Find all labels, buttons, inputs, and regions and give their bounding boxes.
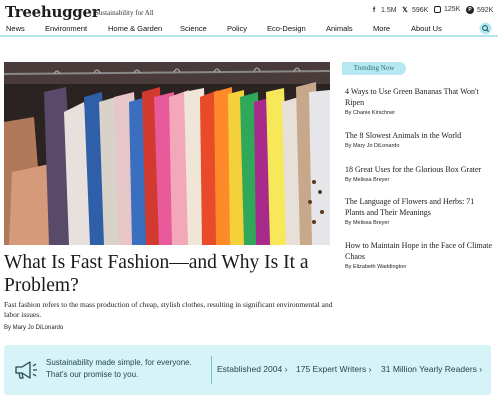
top-bar: Treehugger Sustainability for All f 1.5M…: [0, 0, 498, 22]
promise-banner: Sustainability made simple, for everyone…: [4, 345, 491, 395]
hero-image[interactable]: [4, 62, 330, 245]
site-tagline: Sustainability for All: [95, 9, 154, 17]
trending-item-byline: By Mary Jo DiLonardo: [345, 143, 400, 149]
hero-description: Fast fashion refers to the mass producti…: [4, 300, 333, 319]
stat-established[interactable]: Established 2004 ›: [217, 364, 287, 374]
trending-item[interactable]: The 8 Slowest Animals in the World By Ma…: [345, 130, 495, 149]
trending-item-title[interactable]: The Language of Flowers and Herbs: 71 Pl…: [345, 196, 495, 218]
nav-item-eco-design[interactable]: Eco-Design: [267, 24, 306, 33]
site-logo[interactable]: Treehugger: [5, 3, 100, 21]
trending-item-title[interactable]: 18 Great Uses for the Glorious Box Grate…: [345, 164, 495, 175]
trending-item[interactable]: How to Maintain Hope in the Face of Clim…: [345, 240, 495, 270]
social-count: 125K: [444, 6, 461, 13]
instagram-icon: [434, 6, 441, 13]
pinterest-icon: P: [466, 6, 474, 14]
nav-item-policy[interactable]: Policy: [227, 24, 247, 33]
clothing-rack-photo: [4, 62, 330, 245]
trending-item[interactable]: The Language of Flowers and Herbs: 71 Pl…: [345, 196, 495, 226]
trending-item-title[interactable]: 4 Ways to Use Green Bananas That Won't R…: [345, 86, 495, 108]
social-instagram[interactable]: 125K: [434, 6, 460, 13]
facebook-icon: f: [372, 6, 376, 14]
trending-item-byline: By Chanie Kirschner: [345, 110, 396, 116]
main-nav: News Environment Home & Garden Science P…: [0, 22, 498, 37]
stat-writers[interactable]: 175 Expert Writers ›: [296, 364, 371, 374]
stat-readers[interactable]: 31 Million Yearly Readers ›: [381, 364, 482, 374]
trending-item-title[interactable]: The 8 Slowest Animals in the World: [345, 130, 495, 141]
social-facebook[interactable]: f 1.5M: [370, 6, 397, 14]
social-count: 592K: [477, 6, 494, 14]
nav-item-science[interactable]: Science: [180, 24, 207, 33]
trending-item[interactable]: 4 Ways to Use Green Bananas That Won't R…: [345, 86, 495, 116]
search-icon[interactable]: [479, 22, 492, 35]
nav-item-environment[interactable]: Environment: [45, 24, 87, 33]
hero-title[interactable]: What Is Fast Fashion—and Why Is It a Pro…: [4, 251, 334, 297]
social-x[interactable]: 𝕏 596K: [401, 6, 429, 15]
nav-item-home-garden[interactable]: Home & Garden: [108, 24, 162, 33]
banner-divider: [211, 356, 212, 384]
megaphone-icon: [14, 361, 38, 379]
social-count: 596K: [412, 6, 429, 14]
nav-item-more[interactable]: More: [373, 24, 390, 33]
nav-item-news[interactable]: News: [6, 24, 25, 33]
trending-item-title[interactable]: How to Maintain Hope in the Face of Clim…: [345, 240, 495, 262]
nav-item-about-us[interactable]: About Us: [411, 24, 442, 33]
x-icon: 𝕏: [402, 7, 408, 14]
banner-message: Sustainability made simple, for everyone…: [46, 358, 192, 379]
trending-item-byline: By Melissa Breyer: [345, 220, 390, 226]
hero-byline[interactable]: By Mary Jo DiLonardo: [4, 325, 63, 331]
trending-item-byline: By Melissa Breyer: [345, 177, 390, 183]
trending-item[interactable]: 18 Great Uses for the Glorious Box Grate…: [345, 164, 495, 183]
social-count: 1.5M: [381, 6, 397, 14]
social-pinterest[interactable]: P 592K: [466, 6, 493, 14]
trending-item-byline: By Elizabeth Waddington: [345, 264, 407, 270]
trending-label: Trending Now: [342, 62, 406, 75]
nav-item-animals[interactable]: Animals: [326, 24, 353, 33]
